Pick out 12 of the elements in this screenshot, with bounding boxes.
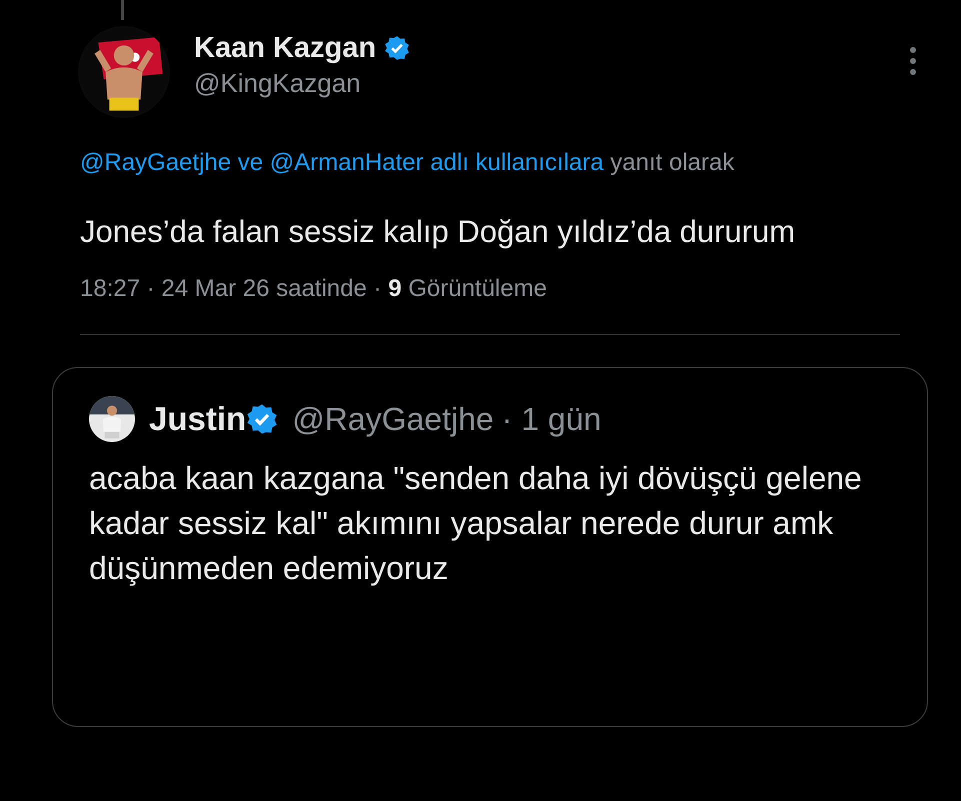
tweet-text: Jones’da falan sessiz kalıp Doğan yıldız’da dururum — [80, 213, 796, 251]
tweet-meta: 18:27 · 24 Mar 26 saatinde · 9 Görüntüleme — [80, 274, 548, 304]
reply-context: @RayGaetjhe ve @ArmanHater adlı kullanıcılara yanıt olarak — [80, 148, 736, 178]
quoted-tweet-text: acaba kaan kazgana "senden daha iyi dövüşçü gelene kadar sessiz kal" akımını yapsalar nerede durur amk düşünmeden edemiyoruz — [89, 459, 863, 588]
post-time: · 1 gün — [502, 400, 602, 439]
author-handle[interactable]: @KingKazgan — [194, 66, 410, 100]
more-icon[interactable] — [909, 46, 917, 76]
author-handle[interactable]: @RayGaetjhe — [292, 399, 494, 439]
mention-link[interactable]: @RayGaetjhe ve @ArmanHater adlı kullanıcılara — [80, 149, 604, 176]
author-name[interactable]: Kaan Kazgan — [194, 30, 376, 66]
quoted-tweet-card[interactable]: Justin @RayGaetjhe · 1 gün acaba kaan kazgana "senden daha iyi dövüşçü gelene kadar sessiz kal" akımını yapsalar nerede durur amk düşünmeden edemiyoruz — [52, 367, 928, 727]
author-name[interactable]: Justin — [149, 399, 246, 439]
